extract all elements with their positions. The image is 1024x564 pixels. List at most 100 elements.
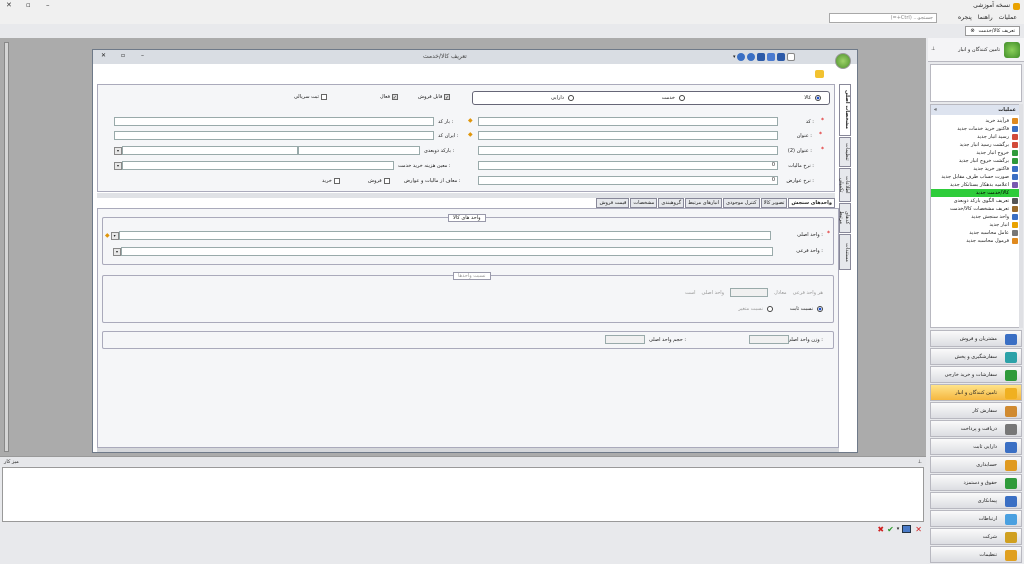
operation-item[interactable]: فاکتور خرید خدمات جدید: [931, 125, 1019, 133]
maximize-icon[interactable]: ▫: [26, 1, 31, 9]
tab-price[interactable]: قیمت فروش: [596, 198, 630, 208]
collapse-icon[interactable]: «: [934, 107, 937, 113]
title-input[interactable]: [478, 131, 778, 140]
window-maximize-icon[interactable]: ▫: [121, 52, 125, 59]
tab-warehouses[interactable]: انبارهای مرتبط: [685, 198, 723, 208]
horizontal-scrollbar[interactable]: [97, 448, 839, 452]
vtab-extra[interactable]: اطلاعات تکمیلی: [838, 168, 851, 202]
tab-specs[interactable]: مشخصات: [630, 198, 658, 208]
cost-input[interactable]: [122, 161, 394, 170]
operation-item[interactable]: صورت حساب طرف مقابل جدید: [931, 173, 1019, 181]
operation-item[interactable]: فرآیند خرید: [931, 117, 1019, 125]
vtab-codes[interactable]: کدهای مرتبط: [838, 203, 851, 233]
minimize-icon[interactable]: –: [46, 1, 50, 9]
barcode2-dropdown[interactable]: ▾: [114, 146, 122, 155]
module-section[interactable]: مشتریان و فروش: [930, 330, 1022, 347]
sidebar-pin-icon[interactable]: ⊥: [931, 46, 935, 52]
menu-operations[interactable]: عملیات: [996, 14, 1020, 21]
settings-icon[interactable]: [815, 70, 824, 78]
radio-service[interactable]: [679, 95, 685, 101]
vtab-main[interactable]: مشخصات اصلی: [839, 84, 851, 136]
operation-item[interactable]: فاکتور خرید جدید: [931, 165, 1019, 173]
module-section[interactable]: پیمانکاری: [930, 492, 1022, 509]
sub-unit-input[interactable]: [121, 247, 773, 256]
barcode2-input-a[interactable]: [122, 146, 298, 155]
operation-item[interactable]: تعریف الگوی بارکد دوبعدی: [931, 197, 1019, 205]
fixed-ratio-radio[interactable]: [817, 306, 823, 312]
exempt-sale-checkbox[interactable]: [383, 178, 390, 184]
tab-image[interactable]: تصویر کالا: [760, 198, 788, 208]
module-section[interactable]: دریافت و پرداخت: [930, 420, 1022, 437]
variable-ratio-radio[interactable]: [767, 306, 773, 312]
operation-item[interactable]: فرمول محاسبه جدید: [931, 237, 1019, 245]
barcode2-input-b[interactable]: [298, 146, 420, 155]
module-section[interactable]: سفارشات و خرید خارجی: [930, 366, 1022, 383]
operation-item[interactable]: واحد سنجش جدید: [931, 213, 1019, 221]
menu-window[interactable]: پنجره: [955, 14, 975, 21]
menu-help[interactable]: راهنما: [975, 14, 996, 21]
operation-item[interactable]: اعلامیه بدهکار بستانکار جدید: [931, 181, 1019, 189]
radio-asset[interactable]: [568, 95, 574, 101]
operation-item[interactable]: خروج انبار جدید: [931, 149, 1019, 157]
pin-icon[interactable]: ⊥: [918, 459, 922, 465]
duty-rate-input[interactable]: 0: [478, 176, 778, 185]
save-new-icon[interactable]: [766, 53, 775, 61]
save-icon[interactable]: [756, 53, 765, 61]
list-scrollbar[interactable]: [1019, 104, 1023, 328]
lookup-arrow-icon[interactable]: ◆: [468, 131, 473, 138]
title2-input[interactable]: [478, 146, 778, 155]
tab-grouping[interactable]: گروهبندی: [658, 198, 685, 208]
main-unit-dropdown[interactable]: ▾: [110, 231, 119, 240]
dropdown-icon[interactable]: ▾: [897, 526, 900, 532]
close-icon[interactable]: ✕: [915, 525, 922, 534]
approve-icon[interactable]: ✔: [887, 525, 894, 534]
operation-item[interactable]: برگشت خروج انبار جدید: [931, 157, 1019, 165]
active-checkbox[interactable]: ✓: [391, 94, 398, 101]
volume-input[interactable]: [605, 335, 645, 344]
help-icon[interactable]: [736, 53, 745, 61]
save-close-icon[interactable]: [776, 53, 785, 61]
operation-item[interactable]: عامل محاسبه جدید: [931, 229, 1019, 237]
module-section[interactable]: تنظیمات: [930, 546, 1022, 563]
info-icon[interactable]: [746, 53, 755, 61]
operation-item[interactable]: کالا/خدمت جدید: [931, 189, 1019, 197]
search-input[interactable]: جستجو... (Ctrl+=): [829, 13, 937, 23]
module-section[interactable]: تامین کنندگان و انبار: [930, 384, 1022, 401]
lookup-arrow-icon[interactable]: ◆: [105, 232, 110, 239]
window-minimize-icon[interactable]: –: [141, 52, 144, 59]
module-section[interactable]: حسابداری: [930, 456, 1022, 473]
reject-icon[interactable]: ✖: [877, 525, 884, 534]
module-section[interactable]: سفارشگیری و پخش: [930, 348, 1022, 365]
iran-code-input[interactable]: [114, 131, 434, 140]
sub-unit-dropdown[interactable]: ▾: [113, 247, 121, 256]
operation-item[interactable]: رسید انبار جدید: [931, 133, 1019, 141]
serial-checkbox[interactable]: [320, 94, 327, 100]
module-section[interactable]: حقوق و دستمزد: [930, 474, 1022, 491]
operation-item[interactable]: برگشت رسید انبار جدید: [931, 141, 1019, 149]
tab-units[interactable]: واحدهای سنجش: [788, 198, 835, 208]
grid-icon[interactable]: [902, 525, 912, 533]
vtab-docs[interactable]: مستندات: [839, 234, 851, 270]
cost-dropdown[interactable]: ▾: [114, 161, 122, 170]
vtab-settings[interactable]: تنظیمات: [839, 137, 851, 167]
operation-item[interactable]: تعریف مشخصات کالا/خدمت: [931, 205, 1019, 213]
ratio-input[interactable]: [730, 288, 769, 297]
toolbar-dropdown-icon[interactable]: ▾: [733, 54, 736, 60]
main-unit-input[interactable]: [118, 231, 771, 240]
close-tab-icon[interactable]: ⊗: [970, 28, 974, 34]
module-section[interactable]: سفارش کار: [930, 402, 1022, 419]
barcode-input[interactable]: [114, 117, 434, 126]
module-section[interactable]: شرکت: [930, 528, 1022, 545]
sellable-checkbox[interactable]: ✓: [444, 94, 451, 101]
tab-inventory[interactable]: کنترل موجودی: [723, 198, 760, 208]
window-close-icon[interactable]: ✕: [101, 52, 106, 59]
radio-goods[interactable]: [815, 95, 821, 101]
doc-tab[interactable]: ⊗ تعریف کالا/خدمت: [965, 26, 1020, 36]
lookup-arrow-icon[interactable]: ◆: [468, 117, 473, 124]
weight-input[interactable]: [749, 335, 789, 344]
new-document-icon[interactable]: [786, 53, 795, 61]
code-input[interactable]: [478, 117, 778, 126]
module-section[interactable]: دارایی ثابت: [930, 438, 1022, 455]
splitter-handle[interactable]: [4, 42, 9, 452]
tax-rate-input[interactable]: 0: [478, 161, 778, 170]
